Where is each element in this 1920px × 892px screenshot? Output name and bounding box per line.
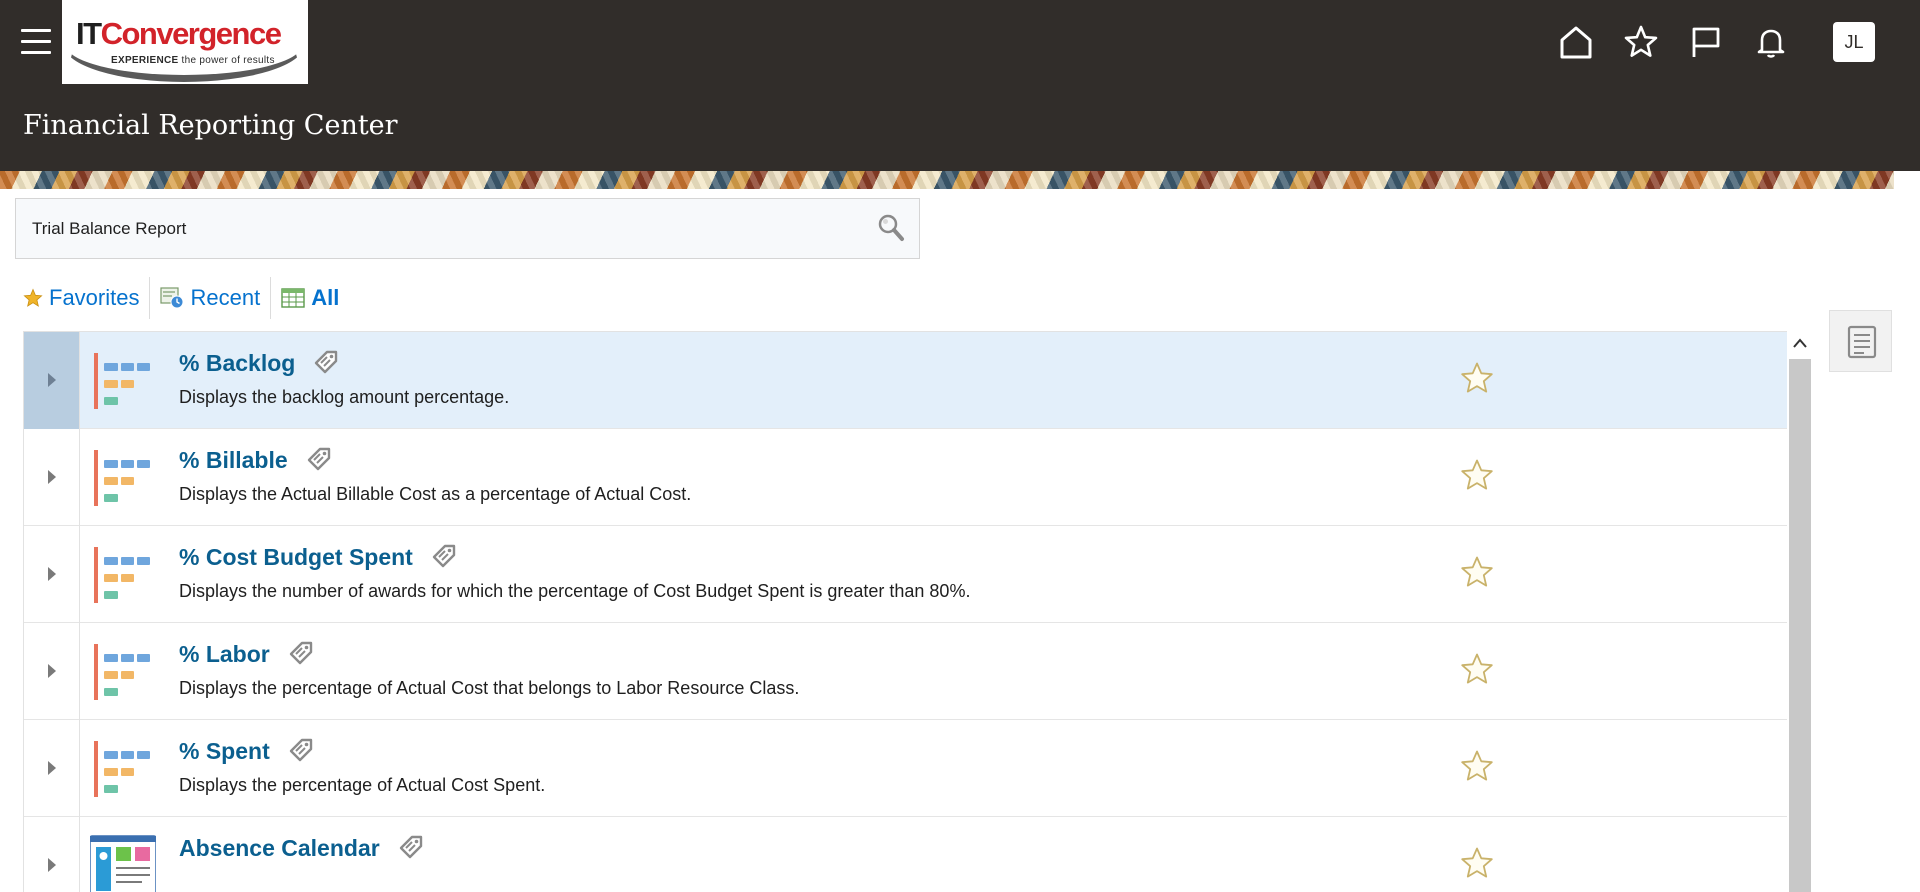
company-logo[interactable]: ITConvergence EXPERIENCE the power of re…: [62, 0, 308, 84]
search-icon[interactable]: [874, 211, 908, 245]
report-description: Displays the Actual Billable Cost as a p…: [179, 484, 692, 504]
report-title-link[interactable]: % Spent: [179, 738, 314, 765]
infolet-icon: [94, 644, 150, 700]
favorite-star-icon[interactable]: [1460, 458, 1494, 492]
report-row[interactable]: % Labor Displays the percentage of Actual…: [24, 623, 1788, 720]
flag-icon[interactable]: [1688, 24, 1724, 60]
favorite-star-icon[interactable]: [1460, 846, 1494, 880]
side-panel-toggle[interactable]: [1829, 310, 1892, 372]
report-title: Absence Calendar: [179, 835, 380, 861]
tag-icon[interactable]: [306, 446, 332, 472]
tab-all[interactable]: All: [271, 276, 349, 320]
notifications-bell-icon[interactable]: [1753, 24, 1789, 60]
report-row[interactable]: % Billable Displays the Actual Billable C…: [24, 429, 1788, 526]
user-avatar[interactable]: JL: [1833, 22, 1875, 62]
report-list: % Backlog Displays the backlog amount per…: [23, 331, 1788, 892]
tag-icon[interactable]: [288, 640, 314, 666]
report-row[interactable]: Absence Calendar: [24, 817, 1788, 892]
infolet-icon: [94, 353, 150, 409]
expand-triangle-icon: [48, 664, 56, 678]
tab-favorites[interactable]: Favorites: [23, 276, 149, 320]
search-input[interactable]: [17, 200, 865, 257]
report-title-link[interactable]: % Backlog: [179, 350, 339, 377]
report-description: Displays the percentage of Actual Cost t…: [179, 678, 800, 698]
home-icon[interactable]: [1558, 24, 1594, 60]
favorite-star-icon[interactable]: [1460, 749, 1494, 783]
report-description: Displays the number of awards for which …: [179, 581, 971, 601]
report-title: % Billable: [179, 447, 288, 473]
row-expand-toggle[interactable]: [24, 817, 80, 892]
recent-icon: [160, 287, 184, 309]
star-icon: [23, 288, 43, 307]
tag-icon[interactable]: [313, 349, 339, 375]
app-header: ITConvergence EXPERIENCE the power of re…: [0, 0, 1920, 171]
row-expand-toggle[interactable]: [24, 332, 80, 429]
tag-icon[interactable]: [431, 543, 457, 569]
favorites-star-icon[interactable]: [1623, 24, 1659, 60]
tab-favorites-label: Favorites: [49, 285, 140, 310]
report-title: % Labor: [179, 641, 270, 667]
table-icon: [281, 288, 305, 308]
report-title: % Backlog: [179, 350, 296, 376]
favorite-star-icon[interactable]: [1460, 652, 1494, 686]
hamburger-menu-icon[interactable]: [21, 29, 51, 55]
report-row[interactable]: % Spent Displays the percentage of Actual…: [24, 720, 1788, 817]
row-expand-toggle[interactable]: [24, 623, 80, 720]
document-icon: [1847, 325, 1877, 359]
filter-tabs: Favorites Recent All: [23, 276, 349, 320]
tab-recent-label: Recent: [190, 285, 261, 310]
report-title-link[interactable]: % Billable: [179, 447, 332, 474]
expand-triangle-icon: [48, 470, 56, 484]
row-expand-toggle[interactable]: [24, 429, 80, 526]
row-expand-toggle[interactable]: [24, 720, 80, 817]
tab-all-label: All: [311, 285, 340, 310]
report-title: % Spent: [179, 738, 270, 764]
infolet-icon: [94, 547, 150, 603]
report-description: Displays the percentage of Actual Cost S…: [179, 775, 546, 795]
favorite-star-icon[interactable]: [1460, 361, 1494, 395]
scroll-up-arrow-icon[interactable]: [1793, 338, 1807, 348]
tab-recent[interactable]: Recent: [150, 276, 270, 320]
infolet-icon: [94, 450, 150, 506]
report-title-link[interactable]: % Labor: [179, 641, 314, 668]
scrollbar-track[interactable]: [1789, 359, 1811, 892]
report-row[interactable]: % Backlog Displays the backlog amount per…: [24, 332, 1788, 429]
decorative-banner: [0, 171, 1894, 189]
search-box: [15, 198, 920, 259]
report-title-link[interactable]: % Cost Budget Spent: [179, 544, 457, 571]
report-row[interactable]: % Cost Budget Spent Displays the number o…: [24, 526, 1788, 623]
report-description: Displays the backlog amount percentage.: [179, 387, 510, 407]
favorite-star-icon[interactable]: [1460, 555, 1494, 589]
report-title: % Cost Budget Spent: [179, 544, 413, 570]
expand-triangle-icon: [48, 567, 56, 581]
expand-triangle-icon: [48, 858, 56, 872]
dashboard-icon: [90, 835, 156, 892]
list-scrollbar[interactable]: [1787, 331, 1811, 892]
expand-triangle-icon: [48, 761, 56, 775]
tag-icon[interactable]: [288, 737, 314, 763]
page-title: Financial Reporting Center: [23, 110, 398, 141]
tag-icon[interactable]: [398, 834, 424, 860]
infolet-icon: [94, 741, 150, 797]
row-expand-toggle[interactable]: [24, 526, 80, 623]
expand-triangle-icon: [48, 373, 56, 387]
report-title-link[interactable]: Absence Calendar: [179, 835, 424, 862]
